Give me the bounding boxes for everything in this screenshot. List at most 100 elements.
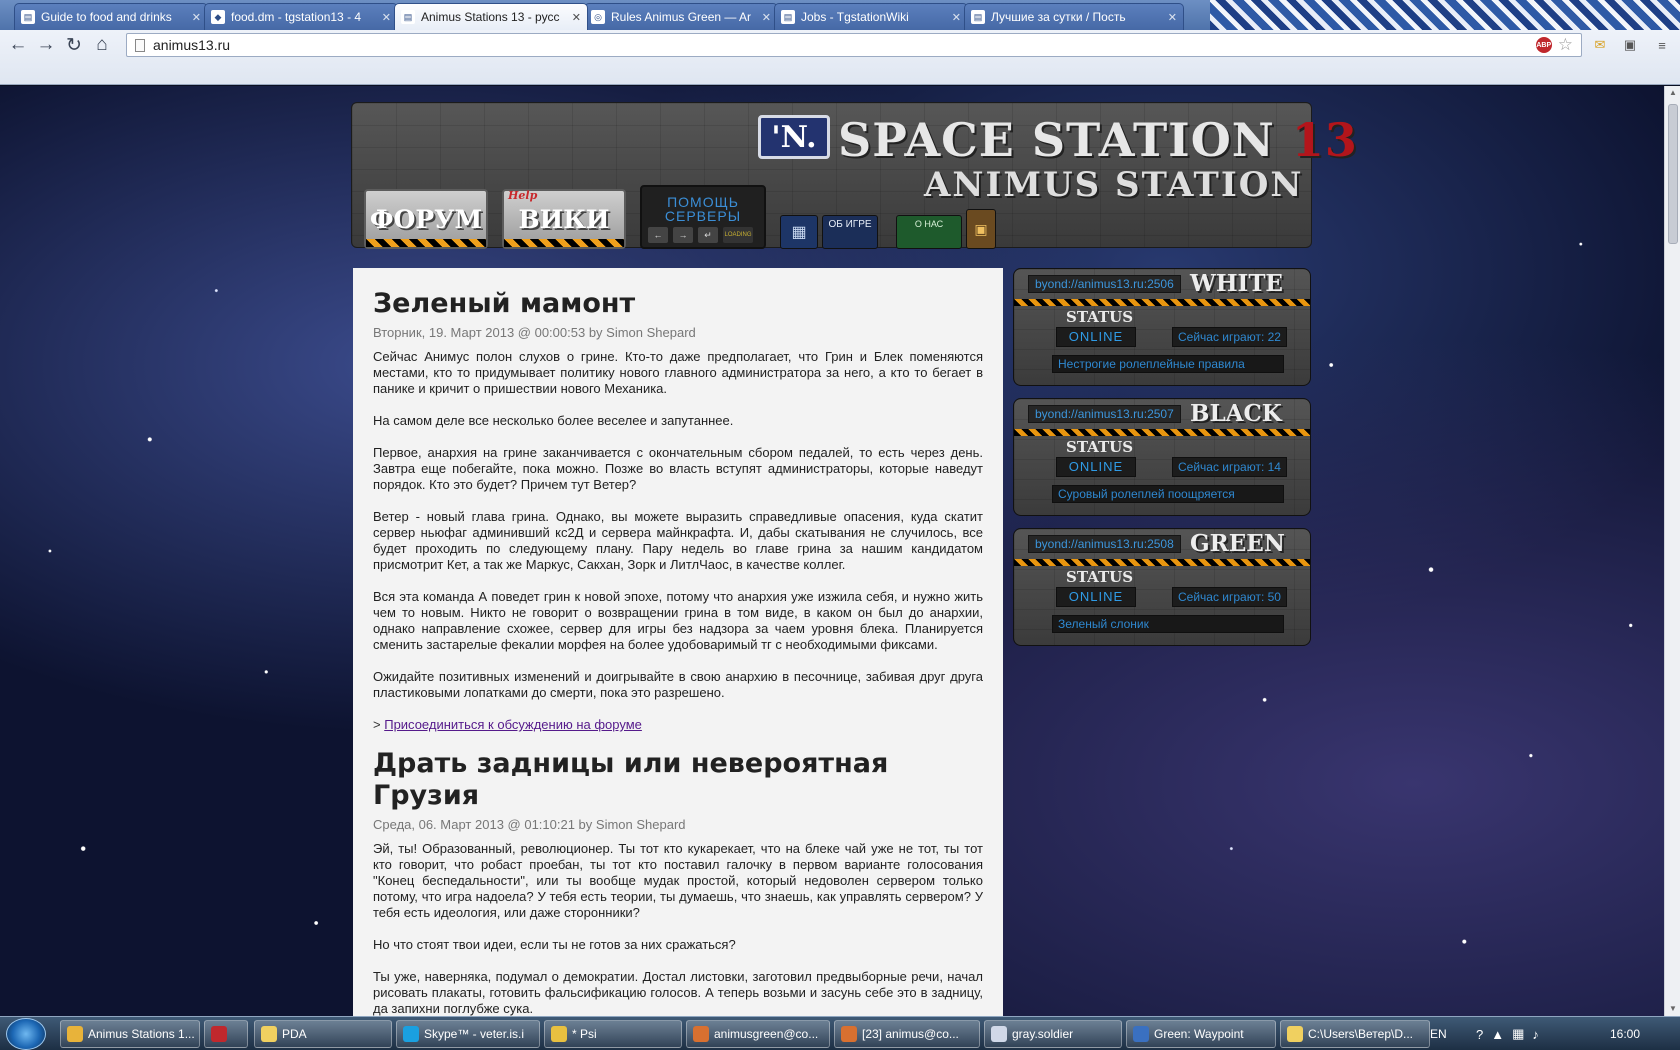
news-post: Зеленый мамонт Вторник, 19. Март 2013 @ … — [373, 288, 983, 732]
wiki-button[interactable]: Help ВИКИ — [502, 189, 626, 249]
post-paragraph: Ветер - новый глава грина. Однако, вы мо… — [373, 509, 983, 572]
app-icon — [211, 1026, 227, 1042]
forum-discussion-line: > Присоединиться к обсуждению на форуме — [373, 717, 642, 732]
window-frame-art — [1210, 0, 1680, 30]
menu-icon[interactable]: ≡ — [1652, 35, 1672, 55]
close-icon[interactable]: ✕ — [952, 11, 961, 24]
page-icon: ▤ — [781, 10, 795, 24]
app-icon — [1287, 1026, 1303, 1042]
app-icon — [551, 1026, 567, 1042]
post-title[interactable]: Драть задницы или невероятная Грузия — [373, 748, 983, 812]
code-icon: ◆ — [211, 10, 225, 24]
windows-taskbar: Animus Stations 1... PDA Skype™ - veter.is… — [0, 1016, 1680, 1050]
server-address-link[interactable]: byond://animus13.ru:2508 — [1028, 535, 1181, 553]
taskbar-button[interactable]: PDA — [254, 1020, 392, 1048]
taskbar-button[interactable]: Green: Waypoint — [1126, 1020, 1276, 1048]
back-icon[interactable]: ← — [6, 33, 30, 57]
home-icon[interactable]: ⌂ — [90, 33, 114, 57]
hazard-stripe — [1014, 299, 1310, 306]
tab-rules-green[interactable]: ◎ Rules Animus Green — Ar ✕ — [584, 3, 778, 30]
status-badge: ONLINE — [1056, 327, 1136, 347]
taskbar-button[interactable]: Animus Stations 1... — [60, 1020, 200, 1048]
server-name: WHITE — [1190, 270, 1283, 297]
taskbar-button[interactable]: C:\Users\Ветер\D... — [1280, 1020, 1430, 1048]
post-paragraph: Ты уже, наверняка, подумал о демократии.… — [373, 969, 983, 1016]
page-icon: ▤ — [21, 10, 35, 24]
tab-animus-stations[interactable]: ▤ Animus Stations 13 - русс ✕ — [394, 3, 588, 30]
system-clock[interactable]: 16:00 — [1610, 1017, 1640, 1050]
close-icon[interactable]: ✕ — [382, 11, 391, 24]
server-address-link[interactable]: byond://animus13.ru:2506 — [1028, 275, 1181, 293]
post-meta: Среда, 06. Март 2013 @ 01:10:21 by Simon… — [373, 817, 686, 832]
taskbar-button[interactable]: * Psi — [544, 1020, 682, 1048]
tab-food-dm[interactable]: ◆ food.dm - tgstation13 - 4 ✕ — [204, 3, 398, 30]
server-description: Суровый ролеплей поощряется — [1052, 485, 1284, 503]
server-name: GREEN — [1190, 530, 1285, 557]
taskbar-button[interactable]: animusgreen@co... — [686, 1020, 830, 1048]
page-scrollbar[interactable]: ▲ ▼ — [1664, 86, 1680, 1016]
extension-icon[interactable]: ▣ — [1620, 35, 1640, 55]
tab-jobs-wiki[interactable]: ▤ Jobs - TgstationWiki ✕ — [774, 3, 968, 30]
about-us-button[interactable]: О НАС — [896, 215, 962, 249]
taskbar-button[interactable] — [204, 1020, 248, 1048]
about-game-button[interactable]: ОБ ИГРЕ — [822, 215, 878, 249]
server-name: BLACK — [1190, 400, 1282, 427]
adblock-icon[interactable]: ABP — [1535, 37, 1552, 53]
server-card-green: byond://animus13.ru:2508 GREEN STATUS ON… — [1013, 528, 1311, 646]
taskbar-button[interactable]: gray.soldier — [984, 1020, 1122, 1048]
server-description: Зеленый слоник — [1052, 615, 1284, 633]
close-icon[interactable]: ✕ — [1168, 11, 1177, 24]
forum-discussion-link[interactable]: Присоединиться к обсуждению на форуме — [384, 717, 642, 732]
server-address-link[interactable]: byond://animus13.ru:2507 — [1028, 405, 1181, 423]
site-logo[interactable]: 'N. — [758, 115, 830, 159]
post-meta: Вторник, 19. Март 2013 @ 00:00:53 by Sim… — [373, 325, 696, 340]
tray-arrow-icon[interactable]: ▲ — [1491, 1027, 1504, 1042]
enter-icon[interactable]: ↵ — [698, 227, 718, 243]
address-bar[interactable]: animus13.ru ABP ☆ — [126, 33, 1582, 57]
taskbar-button[interactable]: [23] animus@co... — [834, 1020, 980, 1048]
taskbar-button[interactable]: Skype™ - veter.is.i — [396, 1020, 540, 1048]
volume-icon[interactable]: ♪ — [1532, 1027, 1539, 1042]
app-icon — [693, 1026, 709, 1042]
post-paragraph: На самом деле все несколько более веселе… — [373, 413, 734, 428]
tab-food-guide[interactable]: ▤ Guide to food and drinks ✕ — [14, 3, 208, 30]
bookmark-star-icon[interactable]: ☆ — [1558, 35, 1573, 55]
taskbar-label: Skype™ - veter.is.i — [424, 1027, 525, 1041]
extension-icon[interactable]: ✉ — [1590, 35, 1610, 55]
post-title[interactable]: Зеленый мамонт — [373, 288, 983, 320]
scroll-up-icon[interactable]: ▲ — [1665, 86, 1680, 100]
crate-icon[interactable]: ▣ — [966, 209, 996, 249]
post-paragraph: Первое, анархия на грине заканчивается с… — [373, 445, 983, 492]
forward-icon[interactable]: → — [34, 33, 58, 57]
close-icon[interactable]: ✕ — [572, 11, 581, 24]
arrow-left-icon[interactable]: ← — [648, 227, 668, 243]
language-indicator[interactable]: EN — [1430, 1017, 1447, 1050]
post-paragraph: Ожидайте позитивных изменений и доигрыва… — [373, 669, 983, 700]
app-icon — [1133, 1026, 1149, 1042]
circuit-panel[interactable]: ▦ — [780, 215, 818, 249]
scroll-down-icon[interactable]: ▼ — [1665, 1002, 1680, 1016]
start-button[interactable] — [6, 1018, 46, 1050]
taskbar-label: C:\Users\Ветер\D... — [1308, 1027, 1413, 1041]
status-badge: ONLINE — [1056, 587, 1136, 607]
help-servers-screen[interactable]: ПОМОЩЬ СЕРВЕРЫ ← → ↵ LOADING — [640, 185, 766, 249]
forum-button[interactable]: ФОРУМ — [364, 189, 488, 249]
tab-best-posts[interactable]: ▤ Лучшие за сутки / Пость ✕ — [964, 3, 1184, 30]
screen-keys: ← → ↵ LOADING — [648, 227, 758, 243]
network-icon[interactable]: ▦ — [1512, 1026, 1524, 1042]
scrollbar-thumb[interactable] — [1668, 104, 1678, 244]
status-label: STATUS — [1066, 568, 1134, 586]
help-icon[interactable]: ? — [1476, 1027, 1483, 1042]
app-icon — [67, 1026, 83, 1042]
tray-icons: ? ▲ ▦ ♪ — [1476, 1017, 1539, 1050]
post-paragraph: Сейчас Анимус полон слухов о грине. Кто-… — [373, 349, 983, 396]
url-text: animus13.ru — [153, 37, 231, 53]
globe-icon: ◎ — [591, 10, 605, 24]
server-card-white: byond://animus13.ru:2506 WHITE STATUS ON… — [1013, 268, 1311, 386]
hazard-stripe — [1014, 429, 1310, 436]
close-icon[interactable]: ✕ — [192, 11, 201, 24]
arrow-right-icon[interactable]: → — [673, 227, 693, 243]
close-icon[interactable]: ✕ — [762, 11, 771, 24]
server-card-black: byond://animus13.ru:2507 BLACK STATUS ON… — [1013, 398, 1311, 516]
reload-icon[interactable]: ↻ — [62, 33, 86, 57]
